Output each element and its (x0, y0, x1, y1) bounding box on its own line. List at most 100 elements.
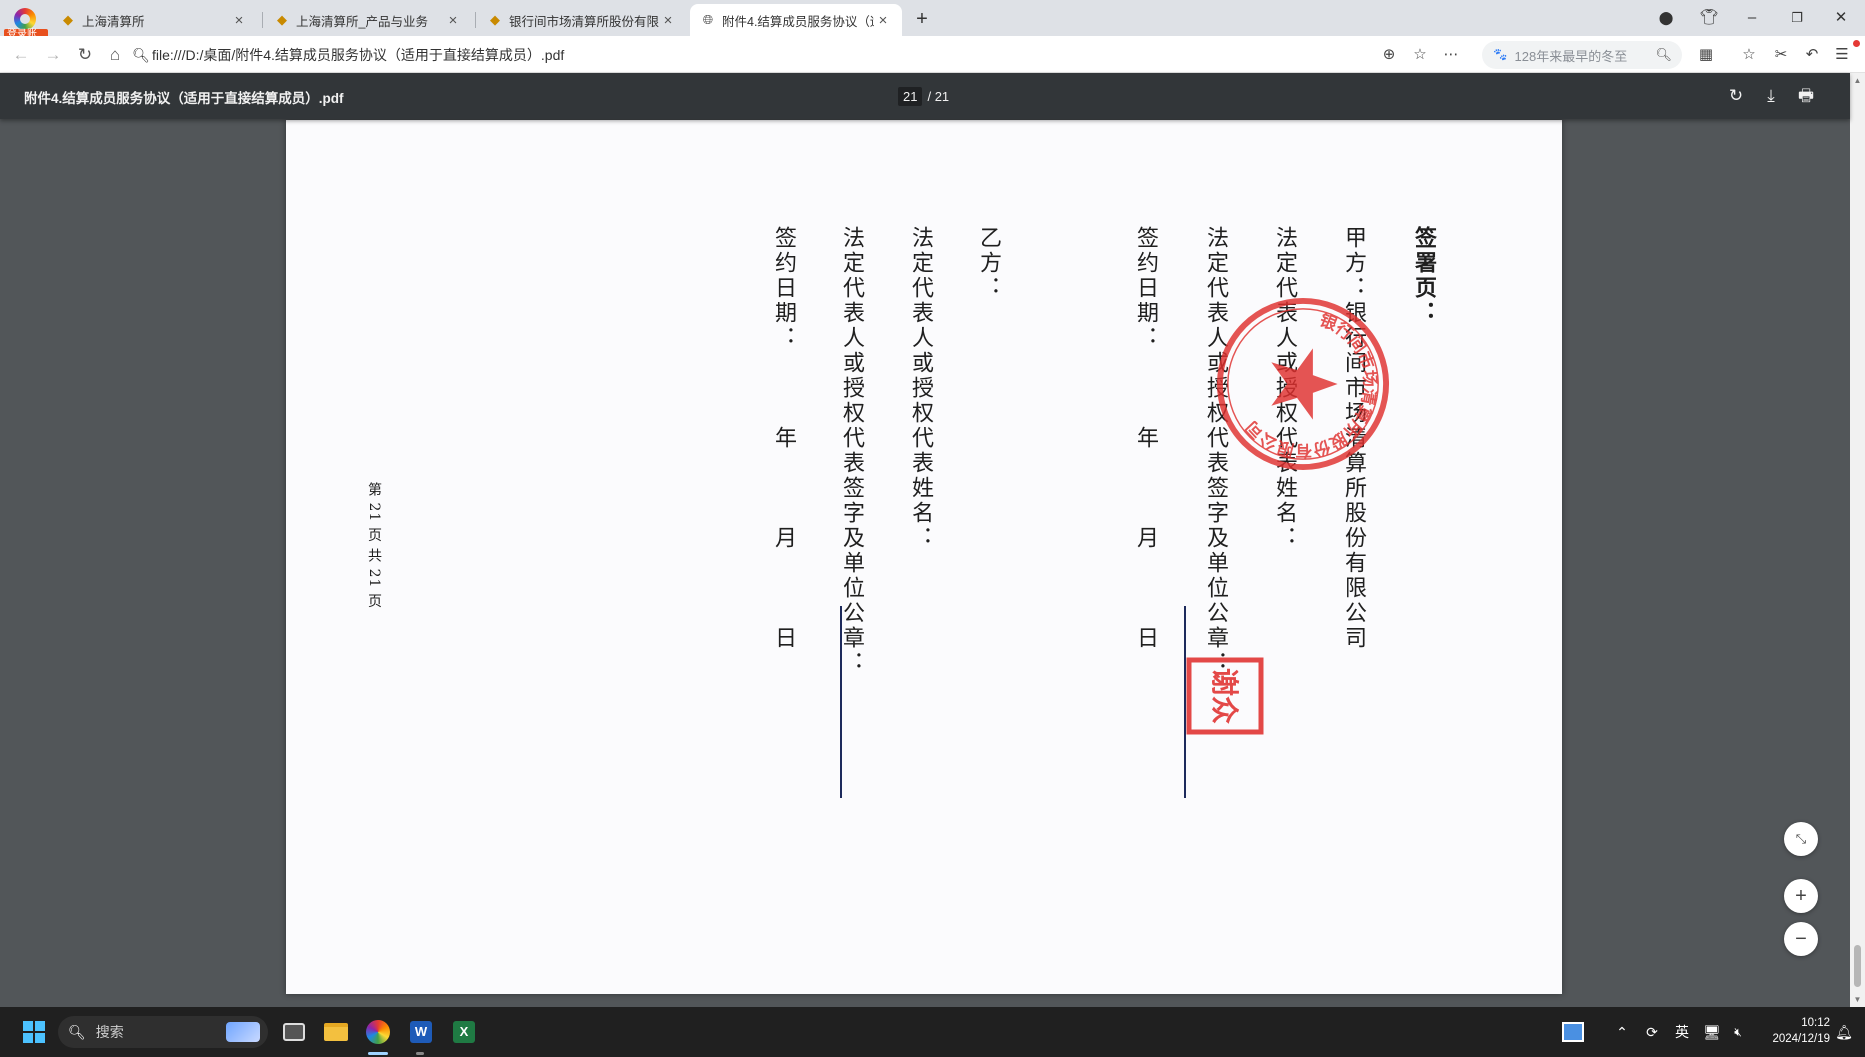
vertical-scrollbar[interactable]: ▲ ▼ (1850, 73, 1865, 1007)
search-engine-icon: 🐾︎ (1492, 47, 1509, 62)
rotate-icon[interactable]: ↻ (1723, 84, 1749, 108)
tab-shclearing-home[interactable]: ◆ 上海清算所 × (50, 4, 258, 36)
browser-app-icon (366, 1020, 390, 1044)
bookmark-star-icon[interactable]: ☆ (1407, 42, 1433, 68)
representative-name-stamp: 谢众 (1186, 657, 1264, 735)
favorites-list-icon[interactable]: ☆ (1736, 42, 1762, 68)
more-options-icon[interactable]: ⋯ (1438, 42, 1464, 68)
reload-icon[interactable]: ↻ (72, 42, 98, 68)
windows-logo-icon (23, 1021, 45, 1043)
party-a-sign-date: 签约日期： 年 月 日 (1133, 226, 1158, 651)
clock-time: 10:12 (1801, 1017, 1830, 1029)
ime-indicator[interactable]: 英 (1670, 1021, 1694, 1043)
search-input[interactable]: 🐾︎ 128年来最早的冬至 🔍︎ (1482, 41, 1682, 69)
start-button[interactable] (18, 1016, 50, 1048)
page-footer: 第 21 页 共 21 页 (366, 482, 382, 609)
page-indicator: 21 / 21 (898, 85, 949, 107)
taskbar-search[interactable]: 🔍︎ 搜索 (58, 1016, 268, 1048)
site-favicon-icon: ◆ (63, 12, 73, 27)
menu-icon[interactable]: ☰ (1829, 42, 1855, 68)
notification-bell-icon[interactable]: 🔔︎ (1832, 1021, 1856, 1043)
word-taskbar-button[interactable]: W (405, 1016, 437, 1048)
back-arrow-icon[interactable]: ← (8, 42, 34, 68)
scroll-up-arrow-icon[interactable]: ▲ (1850, 73, 1865, 88)
skin-shirt-icon[interactable]: 👕︎ (1694, 4, 1724, 32)
tab-close-icon[interactable]: × (874, 12, 892, 29)
search-highlight-image (226, 1022, 260, 1042)
tab-close-icon[interactable]: × (659, 12, 677, 29)
navigation-bar: ← → ↻ ⌂ 🔍︎ file:///D:/桌面/附件4.结算成员服务协议（适用… (0, 36, 1865, 73)
stamp-text: 谢众 (1208, 668, 1241, 724)
scroll-down-arrow-icon[interactable]: ▼ (1850, 992, 1865, 1007)
minimize-button[interactable]: – (1737, 4, 1767, 32)
current-page-input[interactable]: 21 (898, 86, 923, 106)
tab-interbank-clearing[interactable]: ◆ 银行间市场清算所股份有限公司 × (477, 4, 687, 36)
new-tab-button[interactable]: + (910, 7, 934, 31)
pdf-file-title: 附件4.结算成员服务协议（适用于直接结算成员）.pdf (24, 91, 344, 106)
party-b-line: 乙方： (976, 226, 1001, 301)
tab-divider (262, 12, 263, 28)
close-window-button[interactable]: ✕ (1826, 4, 1856, 32)
restore-button[interactable]: ❐ (1782, 4, 1812, 32)
browser-logo-icon (14, 8, 36, 30)
party-b-sign-date: 签约日期： 年 月 日 (771, 226, 796, 651)
system-clock[interactable]: 10:12 2024/12/19 (1756, 1015, 1830, 1047)
widgets-button[interactable] (1557, 1016, 1589, 1048)
tab-close-icon[interactable]: × (230, 12, 248, 29)
zoom-out-button[interactable]: − (1784, 922, 1818, 956)
forward-arrow-icon[interactable]: → (40, 42, 66, 68)
screenshot-scissors-icon[interactable]: ✂ (1768, 42, 1794, 68)
word-app-icon: W (410, 1021, 432, 1043)
print-icon[interactable]: 🖶︎ (1793, 84, 1819, 108)
undo-close-icon[interactable]: ↶ (1799, 42, 1825, 68)
running-app-indicator (416, 1052, 424, 1055)
widgets-icon (1562, 1022, 1584, 1042)
party-b-signature-line (840, 606, 842, 798)
total-pages: / 21 (927, 88, 950, 104)
sync-icon[interactable]: ⟳ (1640, 1021, 1664, 1043)
browser-taskbar-button[interactable] (362, 1016, 394, 1048)
party-b-rep-name: 法定代表人或授权代表姓名： (908, 226, 933, 551)
tray-overflow-chevron-icon[interactable]: ⌃ (1610, 1021, 1634, 1043)
site-favicon-icon: ◆ (490, 12, 500, 27)
active-app-indicator (368, 1052, 388, 1055)
tab-close-icon[interactable]: × (444, 12, 462, 29)
pdf-toolbar: 附件4.结算成员服务协议（适用于直接结算成员）.pdf 21 / 21 ↻ ⤓ … (0, 73, 1850, 119)
zoom-in-button[interactable]: + (1784, 879, 1818, 913)
zoom-icon[interactable]: ⊕ (1376, 42, 1402, 68)
search-icon: 🔍︎ (68, 1023, 86, 1040)
excel-taskbar-button[interactable]: X (448, 1016, 480, 1048)
folder-icon (324, 1023, 348, 1041)
address-search-icon: 🔍︎ (132, 47, 150, 63)
downloads-icon[interactable]: ⬤ (1651, 4, 1681, 32)
tab-strip: 登录账号 ◆ 上海清算所 × ◆ 上海清算所_产品与业务 × ◆ 银行间市场清算… (0, 0, 1865, 53)
pdf-viewer: 附件4.结算成员服务协议（适用于直接结算成员）.pdf 21 / 21 ↻ ⤓ … (0, 73, 1850, 1007)
windows-taskbar: 🔍︎ 搜索 W X ⌃ ⟳ 英 🖥︎ 🔇︎ 10:12 2024/12/19 🔔… (0, 1007, 1865, 1057)
signature-page-heading: 签署页： (1411, 226, 1437, 326)
file-explorer-button[interactable] (320, 1016, 352, 1048)
tab-pdf-active[interactable]: 🌐︎ 附件4.结算成员服务协议（适用于直接结算成员）.pdf × (690, 4, 902, 36)
excel-app-icon: X (453, 1021, 475, 1043)
network-icon[interactable]: 🖥︎ (1700, 1021, 1724, 1043)
tab-title: 附件4.结算成员服务协议（适用于直接结算成员）.pdf (722, 14, 874, 29)
address-bar[interactable]: file:///D:/桌面/附件4.结算成员服务协议（适用于直接结算成员）.pd… (152, 44, 1352, 66)
globe-icon: 🌐︎ (702, 12, 714, 27)
tab-title: 银行间市场清算所股份有限公司 (509, 14, 659, 29)
fit-page-icon[interactable]: ⤡ (1784, 822, 1818, 856)
browser-account-area[interactable]: 登录账号 (2, 2, 48, 53)
tab-products-business[interactable]: ◆ 上海清算所_产品与业务 × (264, 4, 472, 36)
task-view-icon (283, 1023, 305, 1041)
apps-grid-icon[interactable]: ▦ (1693, 42, 1719, 68)
home-icon[interactable]: ⌂ (102, 42, 128, 68)
company-seal-stamp: 银行间市场清算所股份有限公司 (1216, 297, 1390, 471)
notification-dot (1853, 40, 1860, 47)
download-icon[interactable]: ⤓ (1758, 84, 1784, 108)
task-view-button[interactable] (278, 1016, 310, 1048)
clock-date: 2024/12/19 (1772, 1033, 1830, 1045)
volume-muted-icon[interactable]: 🔇︎ (1726, 1021, 1750, 1043)
scrollbar-thumb[interactable] (1854, 945, 1861, 987)
search-icon[interactable]: 🔍︎ (1655, 47, 1672, 63)
search-placeholder: 128年来最早的冬至 (1514, 48, 1628, 64)
tab-title: 上海清算所_产品与业务 (296, 14, 428, 29)
pdf-page: 签署页： 甲方：银行间市场清算所股份有限公司 法定代表人或授权代表姓名： 法定代… (286, 120, 1562, 994)
